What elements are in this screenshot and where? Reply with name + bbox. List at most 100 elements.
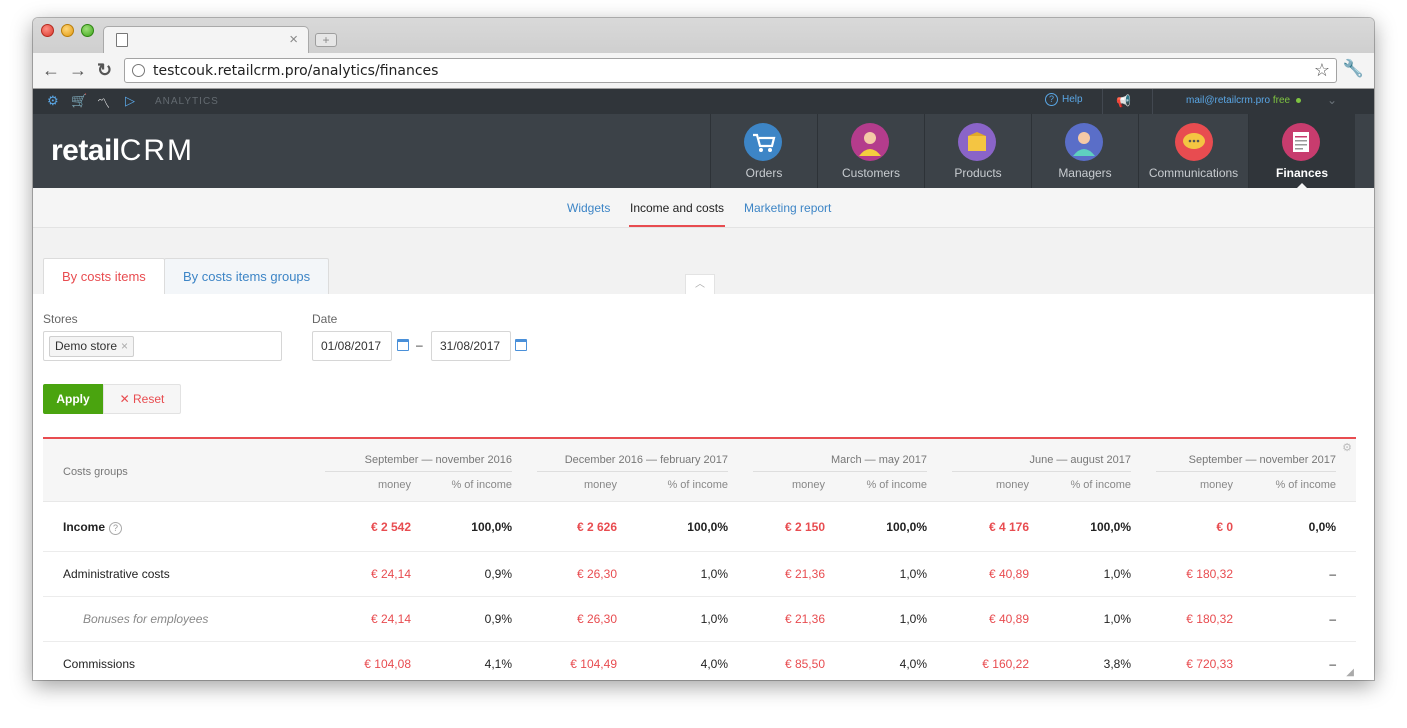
logo-prefix: retail [51, 134, 120, 167]
table-row: Income? € 2 542 € 2 626 € 2 150 € 4 176 € 0 10… [43, 502, 1356, 552]
row-name: Administrative costs [63, 567, 170, 581]
period-divider [537, 471, 728, 472]
cart-small-icon[interactable]: 🛒 [71, 93, 87, 109]
wrench-icon[interactable]: 🔧 [1343, 59, 1364, 79]
costs-table: ⚙ Costs groups September — november 2016… [43, 437, 1356, 680]
stores-input[interactable]: Demo store × [43, 331, 282, 361]
pct-cell: 1,0% [1103, 567, 1131, 581]
date-from-input[interactable]: 01/08/2017 [312, 331, 392, 361]
zoom-window-button[interactable] [81, 24, 94, 37]
money-header: money [995, 479, 1029, 491]
nav-communications[interactable]: Communications [1138, 114, 1248, 188]
play-icon[interactable]: ▷ [125, 93, 135, 109]
pct-cell: 0,0% [1308, 520, 1336, 534]
back-arrow-icon[interactable]: ← [42, 60, 60, 81]
nav-label: Communications [1148, 166, 1239, 180]
sub-navigation: Widgets Income and costs Marketing repor… [33, 188, 1374, 228]
subnav-marketing-report[interactable]: Marketing report [744, 201, 831, 215]
collapse-filters-icon[interactable]: ︿ [685, 274, 715, 294]
pct-cell: 100,0% [687, 520, 728, 534]
period-divider [325, 471, 512, 472]
period-header: September — november 2017 [1188, 454, 1336, 466]
minimize-window-button[interactable] [61, 24, 74, 37]
pct-header: % of income [451, 479, 512, 491]
money-cell: € 85,50 [784, 657, 825, 671]
user-account-menu[interactable]: mail@retailcrm.pro free [1186, 95, 1302, 106]
calendar-icon[interactable] [515, 339, 527, 351]
money-cell: € 40,89 [988, 567, 1029, 581]
reload-icon[interactable]: ↻ [97, 60, 112, 81]
user-email: mail@retailcrm.pro [1186, 95, 1271, 106]
report-sheet-icon [1282, 123, 1320, 161]
period-header: December 2016 — february 2017 [564, 454, 728, 466]
reset-button[interactable]: ✕ Reset [103, 384, 181, 414]
bookmark-star-icon[interactable]: ☆ [1314, 60, 1330, 81]
money-cell: € 160,22 [982, 657, 1029, 671]
money-cell: € 24,14 [370, 612, 411, 626]
help-question-icon[interactable]: ? [109, 522, 123, 535]
period-header: June — august 2017 [1029, 454, 1131, 466]
close-tab-icon[interactable]: × [289, 31, 298, 48]
divider [1152, 89, 1153, 114]
money-cell: € 2 626 [576, 520, 617, 534]
page-icon [116, 33, 128, 47]
pct-cell: – [1329, 657, 1336, 671]
nav-finances[interactable]: Finances [1248, 114, 1355, 189]
money-cell: € 26,30 [576, 612, 617, 626]
row-name-text: Commissions [63, 657, 136, 671]
nav-managers[interactable]: Managers [1031, 114, 1138, 188]
store-chip-label: Demo store [55, 339, 118, 353]
resize-handle-icon[interactable]: ◢ [1346, 667, 1354, 678]
filter-panel: Stores Demo store × Date 01/08/2017 – 31/… [33, 294, 1374, 680]
nav-orders[interactable]: Orders [710, 114, 817, 188]
help-link[interactable]: ? Help [1045, 93, 1083, 106]
megaphone-icon[interactable]: 📢 [1116, 94, 1131, 108]
period-divider [952, 471, 1131, 472]
row-name-text: Bonuses for employees [83, 612, 209, 626]
pct-header: % of income [667, 479, 728, 491]
apply-button[interactable]: Apply [43, 384, 103, 414]
close-window-button[interactable] [41, 24, 54, 37]
period-divider [1156, 471, 1336, 472]
forward-arrow-icon[interactable]: → [69, 60, 87, 81]
question-icon: ? [1045, 93, 1058, 106]
calendar-icon[interactable] [397, 339, 409, 351]
nav-products[interactable]: Products [924, 114, 1031, 188]
pct-cell: 1,0% [1103, 612, 1131, 626]
remove-chip-icon[interactable]: × [121, 339, 128, 353]
nav-customers[interactable]: Customers [817, 114, 924, 188]
settings-gear-icon[interactable]: ⚙ [47, 93, 59, 109]
chevron-down-icon[interactable]: ⌄ [1327, 93, 1337, 107]
analytics-chart-icon[interactable]: 〽 [97, 93, 110, 112]
tab-by-costs-items[interactable]: By costs items [43, 258, 165, 295]
pct-cell: 100,0% [886, 520, 927, 534]
tab-by-costs-items-groups[interactable]: By costs items groups [164, 258, 330, 295]
money-cell: € 720,33 [1186, 657, 1233, 671]
money-header: money [377, 479, 411, 491]
money-cell: € 21,36 [784, 567, 825, 581]
browser-tab[interactable]: × [103, 26, 309, 53]
pct-cell: 4,0% [700, 657, 728, 671]
money-cell: € 24,14 [370, 567, 411, 581]
url-text[interactable]: testcouk.retailcrm.pro/analytics/finance… [153, 63, 438, 79]
new-tab-button[interactable]: + [315, 33, 337, 47]
subnav-widgets[interactable]: Widgets [567, 201, 610, 215]
table-settings-gear-icon[interactable]: ⚙ [1342, 441, 1352, 454]
status-dot-icon [1296, 97, 1302, 103]
divider [1102, 89, 1103, 114]
pct-cell: 1,0% [700, 612, 728, 626]
subnav-income-costs[interactable]: Income and costs [630, 201, 724, 215]
table-row: Commissions € 104,08 € 104,49 € 85,50 € 160,… [43, 642, 1356, 680]
pct-cell: 0,9% [484, 567, 512, 581]
address-bar[interactable]: testcouk.retailcrm.pro/analytics/finance… [124, 58, 1337, 83]
nav-label: Products [954, 166, 1002, 180]
app-header: retailCRM Orders Customers Products Mana… [33, 114, 1374, 189]
period-header: September — november 2016 [364, 454, 512, 466]
date-to-input[interactable]: 31/08/2017 [431, 331, 511, 361]
period-header: March — may 2017 [831, 454, 927, 466]
pct-cell: 100,0% [471, 520, 512, 534]
logo-suffix: CRM [119, 134, 195, 167]
pct-header: % of income [1070, 479, 1131, 491]
retailcrm-logo[interactable]: retailCRM [51, 134, 194, 168]
browser-toolbar: ← → ↻ testcouk.retailcrm.pro/analytics/f… [33, 53, 1374, 89]
